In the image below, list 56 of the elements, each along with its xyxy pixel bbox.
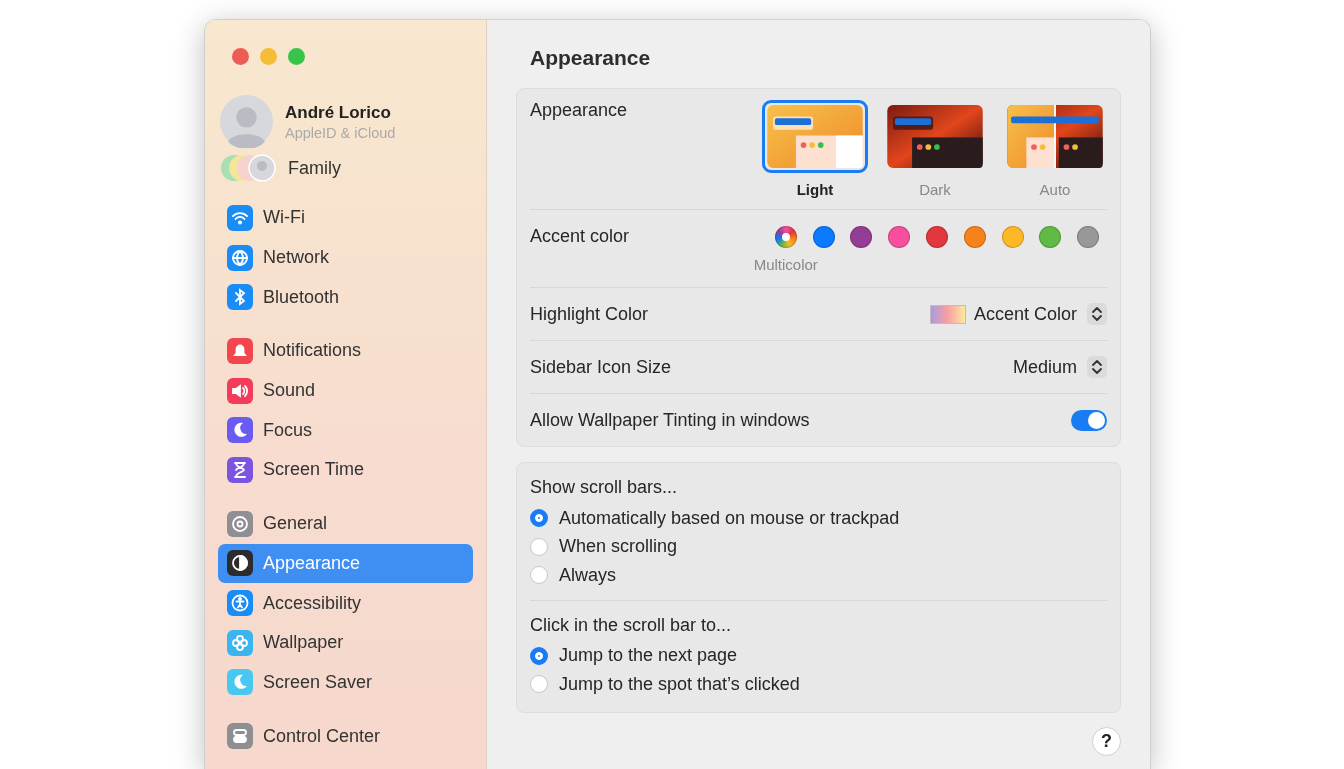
- sidebar-item[interactable]: Control Center: [218, 716, 473, 756]
- setting-label: Accent color: [530, 226, 630, 248]
- radio-button[interactable]: [530, 675, 548, 694]
- group-label: Show scroll bars...: [530, 477, 679, 498]
- sidebar-item[interactable]: Focus: [218, 410, 473, 451]
- color-swatch[interactable]: [850, 226, 873, 248]
- highlight-color-popup[interactable]: Accent Color: [973, 303, 1107, 325]
- color-swatch[interactable]: [812, 226, 835, 248]
- sidebar-item[interactable]: Screen Time: [218, 450, 473, 490]
- account-name[interactable]: André Lorico: [285, 102, 396, 123]
- radio-button[interactable]: [530, 566, 548, 585]
- icon-size-popup[interactable]: Medium: [1012, 356, 1107, 378]
- color-swatch[interactable]: [888, 226, 911, 248]
- stepper-chevrons-icon: [1087, 303, 1107, 325]
- radio-label[interactable]: Jump to the next page: [559, 645, 738, 667]
- tinting-toggle[interactable]: [1071, 409, 1107, 431]
- radio-button[interactable]: [530, 537, 548, 556]
- sidebar-item[interactable]: Network: [218, 237, 473, 278]
- color-swatch[interactable]: [1001, 226, 1024, 248]
- setting-label: Allow Wallpaper Tinting in windows: [530, 409, 810, 431]
- sidebar-item[interactable]: General: [218, 503, 473, 544]
- sidebar-item[interactable]: Screen Saver: [218, 662, 473, 703]
- sidebar-item[interactable]: Notifications: [218, 331, 473, 371]
- multicolor-swatch[interactable]: [774, 226, 797, 248]
- sidebar-item[interactable]: Wallpaper: [218, 622, 473, 663]
- sidebar-item[interactable]: Accessibility: [218, 583, 473, 623]
- accent-name: Multicolor: [753, 256, 818, 273]
- radio-button[interactable]: [530, 509, 548, 528]
- setting-label: Appearance: [530, 100, 628, 122]
- close-button[interactable]: [232, 48, 249, 65]
- color-swatch[interactable]: [925, 226, 948, 248]
- family-avatars-icon[interactable]: [220, 154, 276, 182]
- family-label[interactable]: Family: [288, 157, 341, 179]
- color-swatch[interactable]: [1039, 226, 1062, 248]
- radio-button[interactable]: [530, 646, 548, 665]
- account-subtitle: AppleID & iCloud: [285, 124, 396, 141]
- theme-label: Light: [796, 181, 834, 198]
- zoom-button[interactable]: [288, 48, 305, 65]
- setting-label: Sidebar Icon Size: [530, 356, 672, 378]
- sidebar-item[interactable]: Wi-Fi: [218, 198, 473, 238]
- gradient-swatch-icon: [929, 304, 966, 324]
- radio-label[interactable]: When scrolling: [559, 536, 678, 558]
- page-title: Appearance: [530, 47, 652, 68]
- radio-label[interactable]: Jump to the spot that’s clicked: [559, 673, 800, 695]
- group-label: Click in the scroll bar to...: [530, 614, 733, 636]
- color-swatch[interactable]: [963, 226, 986, 248]
- theme-label: Auto: [1039, 181, 1071, 198]
- radio-label[interactable]: Automatically based on mouse or trackpad: [559, 507, 900, 529]
- stepper-chevrons-icon: [1087, 356, 1107, 378]
- sidebar-item[interactable]: Bluetooth: [218, 277, 473, 318]
- sidebar-item[interactable]: Sound: [218, 370, 473, 411]
- theme-label: Dark: [919, 181, 951, 198]
- radio-label[interactable]: Always: [559, 564, 616, 586]
- color-swatch[interactable]: [1077, 226, 1100, 248]
- help-button[interactable]: ?: [1092, 726, 1121, 756]
- setting-label: Highlight Color: [530, 303, 649, 325]
